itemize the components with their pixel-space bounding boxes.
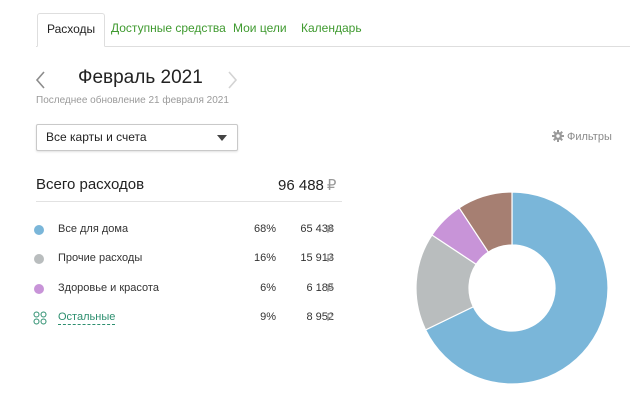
tab-available-funds[interactable]: Доступные средства [111,13,226,47]
category-percent: 9% [260,311,276,323]
month-title: Февраль 2021 [78,67,203,88]
currency-sign: ₽ [326,312,333,324]
total-expenses-value: 96 488 ₽ [278,176,336,194]
chevron-left-icon [35,71,45,89]
category-percent: 16% [253,252,276,264]
currency-sign: ₽ [326,224,333,236]
category-percent: 6% [260,282,276,294]
currency-sign: ₽ [326,253,333,265]
category-row-home[interactable]: Все для дома 68% 65 438 ₽ [34,223,344,239]
gear-icon [552,130,564,145]
tab-calendar[interactable]: Календарь [301,13,362,47]
caret-down-icon [217,135,227,141]
filters-button[interactable]: Фильтры [552,130,612,145]
legend-dot [34,284,44,294]
total-expenses-label: Всего расходов [36,176,145,193]
filters-label: Фильтры [567,131,612,143]
tab-expenses[interactable]: Расходы [37,13,106,47]
category-percent: 68% [253,223,276,235]
legend-dot [34,254,44,264]
category-row-other-expenses[interactable]: Прочие расходы 16% 15 913 ₽ [34,252,344,268]
accounts-dropdown[interactable]: Все карты и счета [36,124,238,151]
prev-month-button[interactable] [34,70,48,90]
next-month-button[interactable] [225,70,239,90]
category-row-health-beauty[interactable]: Здоровье и красота 6% 6 185 ₽ [34,282,344,298]
expenses-donut-chart [415,191,609,385]
category-row-others[interactable]: Остальные 9% 8 952 ₽ [33,311,344,327]
category-name: Здоровье и красота [58,282,159,294]
others-link[interactable]: Остальные [58,311,116,325]
tab-bar: Расходы Доступные средства Мои цели Кале… [0,0,640,47]
tab-my-goals[interactable]: Мои цели [233,13,287,47]
chevron-right-icon [228,71,238,89]
total-amount: 96 488 [278,177,324,194]
category-name: Прочие расходы [58,252,143,264]
currency-sign: ₽ [326,283,333,295]
total-divider [36,201,342,202]
currency-sign: ₽ [326,177,337,194]
last-update-text: Последнее обновление 21 февраля 2021 [36,95,229,106]
category-name: Все для дома [58,223,129,235]
accounts-dropdown-value: Все карты и счета [46,130,147,144]
others-group-icon [33,311,47,325]
legend-dot [34,225,44,235]
